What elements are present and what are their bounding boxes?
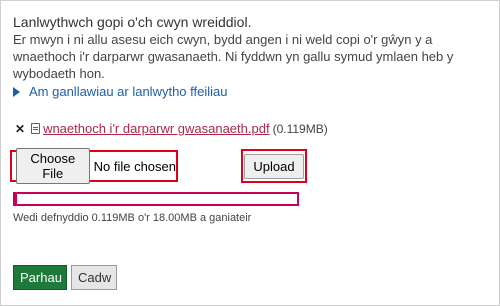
upload-description: Er mwyn i ni allu asesu eich cwyn, bydd … bbox=[13, 32, 454, 81]
storage-usage-text: Wedi defnyddio 0.119MB o'r 18.00MB a gan… bbox=[13, 212, 252, 224]
no-file-chosen-text: No file chosen bbox=[93, 158, 176, 174]
upload-title: Lanlwythwch gopi o'ch cwyn wreiddiol. bbox=[13, 14, 252, 30]
file-chooser: Choose File No file chosen bbox=[10, 148, 178, 184]
pdf-file-icon bbox=[31, 123, 41, 134]
storage-usage-bar bbox=[13, 192, 299, 206]
remove-file-icon[interactable]: ✕ bbox=[15, 122, 25, 136]
choose-file-button[interactable]: Choose File bbox=[16, 148, 90, 184]
storage-usage-fill bbox=[15, 194, 17, 204]
uploaded-file-link[interactable]: wnaethoch i'r darparwr gwasanaeth.pdf bbox=[43, 121, 270, 136]
uploaded-file-row: ✕ wnaethoch i'r darparwr gwasanaeth.pdf … bbox=[15, 121, 328, 136]
triangle-right-icon bbox=[13, 86, 20, 97]
upload-button[interactable]: Upload bbox=[244, 153, 304, 179]
continue-button[interactable]: Parhau bbox=[13, 265, 67, 290]
save-button[interactable]: Cadw bbox=[71, 265, 117, 290]
guidance-toggle[interactable]: Am ganllawiau ar lanlwytho ffeiliau bbox=[13, 84, 227, 99]
upload-button-highlight: Upload bbox=[241, 149, 307, 183]
guidance-link-text: Am ganllawiau ar lanlwytho ffeiliau bbox=[29, 84, 228, 99]
file-size: (0.119MB) bbox=[272, 121, 328, 136]
